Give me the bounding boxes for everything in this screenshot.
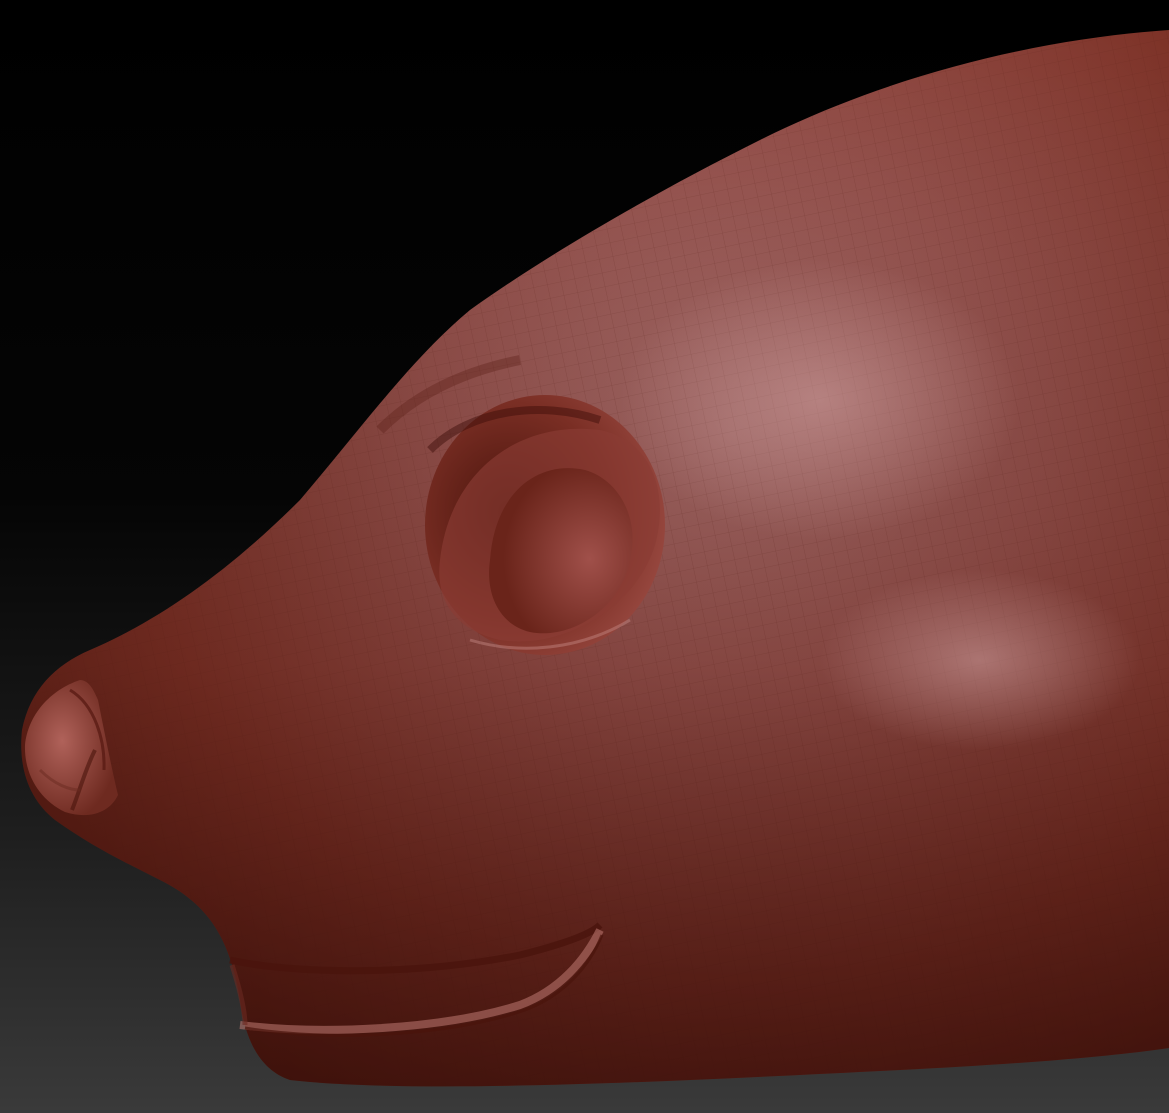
sculpt-viewport[interactable]	[0, 0, 1169, 1113]
sculpted-head-render	[21, 30, 1169, 1087]
jaw-highlight	[820, 570, 1140, 750]
eye	[425, 395, 665, 655]
cheek-highlight	[620, 260, 1020, 540]
